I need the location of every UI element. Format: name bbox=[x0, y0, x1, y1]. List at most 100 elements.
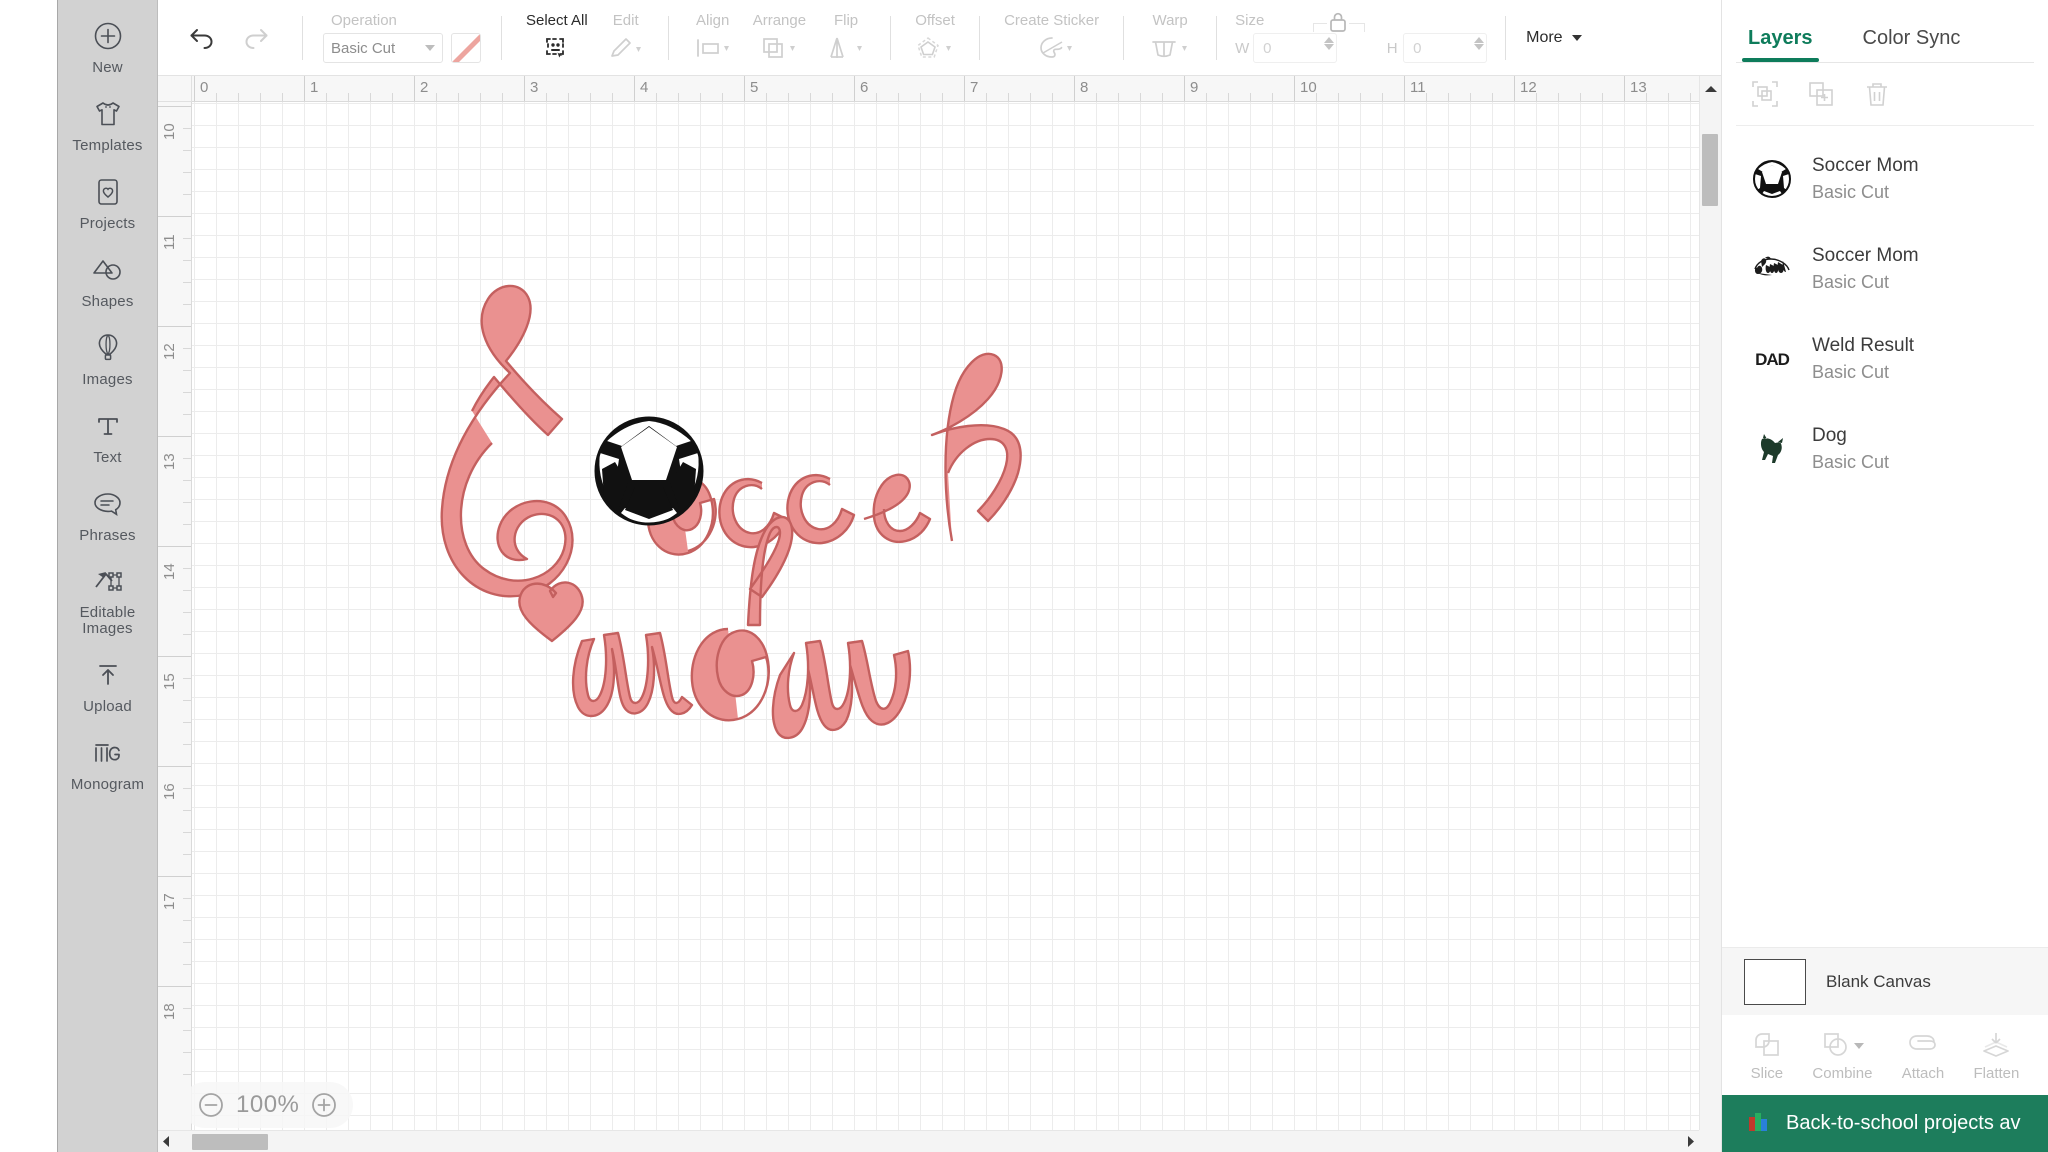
ruler-subtick bbox=[656, 93, 657, 101]
lock-icon[interactable] bbox=[1327, 10, 1350, 34]
combine-button[interactable]: Combine bbox=[1812, 1028, 1872, 1082]
select-all-button[interactable]: Select All bbox=[516, 12, 598, 63]
ruler-label: 2 bbox=[420, 79, 429, 96]
create-sticker-button[interactable]: Create Sticker bbox=[994, 12, 1109, 63]
height-stepper[interactable] bbox=[1474, 37, 1485, 50]
ruler-subtick bbox=[183, 1008, 191, 1009]
horizontal-scroll-track[interactable] bbox=[174, 1131, 1683, 1152]
trash-icon[interactable] bbox=[1862, 79, 1892, 109]
height-prefix: H bbox=[1386, 39, 1398, 57]
ruler-subtick bbox=[832, 93, 833, 101]
canvas-vertical-scrollbar[interactable] bbox=[1699, 76, 1721, 1130]
ruler-subtick bbox=[348, 93, 349, 101]
layer-row[interactable]: Soccer Mom Basic Cut bbox=[1722, 134, 2048, 224]
ruler-subtick bbox=[678, 93, 679, 101]
artwork-soccer-mom[interactable] bbox=[432, 277, 1072, 740]
canvas-viewport[interactable] bbox=[192, 102, 1699, 1130]
ruler-label: 11 bbox=[161, 234, 178, 250]
ruler-label: 6 bbox=[860, 79, 869, 96]
sidebar-item-upload[interactable]: Upload bbox=[58, 657, 158, 715]
edit-button[interactable]: Edit bbox=[598, 12, 654, 63]
arrange-button[interactable]: Arrange bbox=[743, 12, 816, 63]
align-button[interactable]: Align bbox=[683, 12, 743, 63]
ruler-tick bbox=[1294, 76, 1295, 101]
size-group: Size W 0 H 0 bbox=[1231, 10, 1491, 63]
attach-button[interactable]: Attach bbox=[1902, 1028, 1944, 1082]
sidebar-item-editable-images[interactable]: Editable Images bbox=[58, 564, 158, 637]
duplicate-icon[interactable] bbox=[1806, 79, 1836, 109]
sidebar-item-templates[interactable]: Templates bbox=[58, 96, 158, 154]
ruler-subtick bbox=[183, 568, 191, 569]
vertical-scroll-thumb[interactable] bbox=[1702, 134, 1718, 206]
left-sidebar: New Templates Projects Shapes Images Tex… bbox=[58, 0, 158, 1152]
scroll-right-arrow[interactable] bbox=[1683, 1135, 1699, 1148]
canvas-horizontal-scrollbar[interactable] bbox=[158, 1130, 1699, 1152]
slice-button[interactable]: Slice bbox=[1751, 1028, 1783, 1082]
offset-button[interactable]: Offset bbox=[905, 12, 965, 63]
sidebar-item-text[interactable]: Text bbox=[58, 408, 158, 466]
ruler-subtick bbox=[1338, 93, 1339, 101]
layer-tools bbox=[1722, 63, 2048, 125]
minus-circle-icon[interactable] bbox=[198, 1092, 224, 1118]
tab-color-sync[interactable]: Color Sync bbox=[1859, 27, 1965, 62]
layer-color-swatch[interactable] bbox=[451, 33, 481, 63]
ruler-subtick bbox=[1646, 93, 1647, 101]
ruler-subtick bbox=[183, 414, 191, 415]
card-heart-icon bbox=[94, 174, 122, 210]
sidebar-item-phrases[interactable]: Phrases bbox=[58, 486, 158, 544]
ruler-label: 11 bbox=[1410, 79, 1426, 96]
warp-button[interactable]: Warp bbox=[1138, 12, 1202, 63]
ruler-subtick bbox=[612, 93, 613, 101]
ruler-subtick bbox=[920, 93, 921, 101]
width-input[interactable]: 0 bbox=[1253, 33, 1338, 63]
more-button[interactable]: More bbox=[1526, 29, 1582, 47]
undo-icon[interactable] bbox=[188, 25, 218, 51]
canvas-background-row[interactable]: Blank Canvas bbox=[1722, 947, 2048, 1015]
sidebar-item-monogram[interactable]: Monogram bbox=[58, 735, 158, 793]
ruler-subtick bbox=[1272, 93, 1273, 101]
ruler-subtick bbox=[1052, 93, 1053, 101]
ruler-label: 8 bbox=[1080, 79, 1089, 96]
scroll-left-arrow[interactable] bbox=[158, 1135, 174, 1148]
tab-layers[interactable]: Layers bbox=[1742, 27, 1818, 62]
layer-operation: Basic Cut bbox=[1812, 272, 1890, 292]
sidebar-item-projects[interactable]: Projects bbox=[58, 174, 158, 232]
ruler-subtick bbox=[1118, 93, 1119, 101]
promo-banner[interactable]: Back-to-school projects av bbox=[1722, 1095, 2048, 1152]
height-input[interactable]: 0 bbox=[1403, 33, 1488, 63]
flip-button[interactable]: Flip bbox=[816, 12, 876, 63]
canvas-color-swatch[interactable] bbox=[1744, 958, 1806, 1005]
redo-icon[interactable] bbox=[240, 25, 270, 51]
shapes-icon bbox=[91, 252, 125, 288]
arrange-icon bbox=[759, 33, 799, 63]
layer-row[interactable]: Soccer Mom Basic Cut bbox=[1722, 224, 2048, 314]
ruler-subtick bbox=[183, 370, 191, 371]
ruler-subtick bbox=[326, 93, 327, 101]
group-icon[interactable] bbox=[1750, 79, 1780, 109]
ruler-label: 15 bbox=[161, 673, 178, 690]
horizontal-scroll-thumb[interactable] bbox=[192, 1133, 268, 1150]
plus-circle-icon bbox=[93, 18, 123, 54]
scroll-up-arrow[interactable] bbox=[1700, 76, 1721, 102]
sidebar-item-images[interactable]: Images bbox=[58, 330, 158, 388]
layer-row[interactable]: Dog Basic Cut bbox=[1722, 404, 2048, 494]
ruler-tick bbox=[158, 436, 191, 437]
ruler-tick bbox=[744, 76, 745, 101]
select-all-icon bbox=[543, 33, 571, 63]
ruler-subtick bbox=[183, 1074, 191, 1075]
ruler-tick bbox=[634, 76, 635, 101]
layer-row[interactable]: DAD Weld Result Basic Cut bbox=[1722, 314, 2048, 404]
width-stepper[interactable] bbox=[1324, 37, 1335, 50]
ruler-label: 5 bbox=[750, 79, 759, 96]
plus-circle-icon[interactable] bbox=[311, 1092, 337, 1118]
ruler-subtick bbox=[1030, 93, 1031, 101]
sidebar-item-new[interactable]: New bbox=[58, 18, 158, 76]
ruler-subtick bbox=[183, 700, 191, 701]
ruler-subtick bbox=[392, 93, 393, 101]
scrollbar-corner bbox=[1699, 1130, 1721, 1152]
sidebar-item-shapes[interactable]: Shapes bbox=[58, 252, 158, 310]
ruler-subtick bbox=[183, 1052, 191, 1053]
operation-select[interactable]: Basic Cut bbox=[323, 33, 443, 63]
ruler-tick bbox=[194, 76, 195, 101]
flatten-button[interactable]: Flatten bbox=[1974, 1028, 2019, 1082]
